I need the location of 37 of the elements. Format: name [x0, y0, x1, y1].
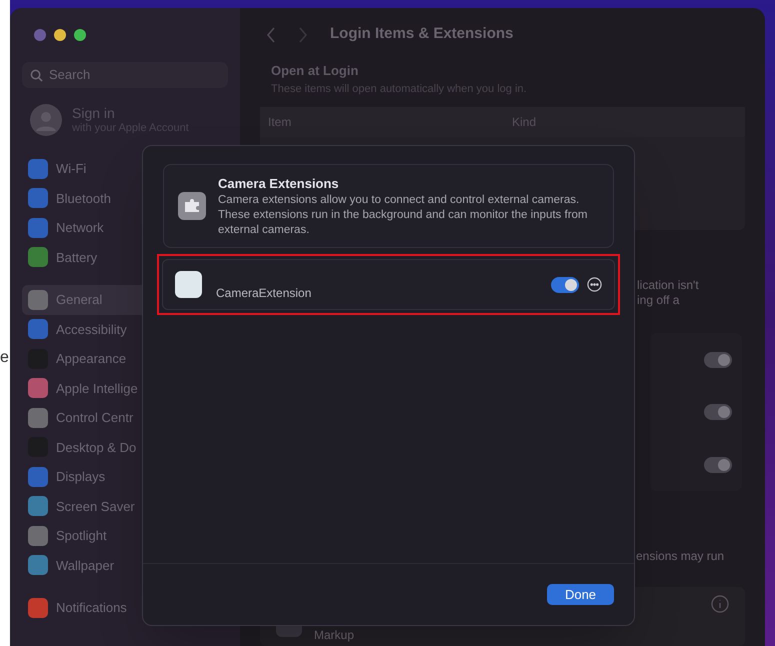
dialog-title: Camera Extensions [218, 174, 340, 193]
toggle-switch[interactable] [704, 352, 732, 368]
page-text: e [0, 350, 10, 366]
sidebar-item[interactable]: Wallpaper [22, 550, 228, 580]
toggle-switch[interactable] [551, 276, 579, 292]
section-title: Open at Login [270, 62, 360, 80]
description-text: ing off a [637, 293, 680, 308]
avatar-icon [30, 104, 62, 136]
toggle-switch[interactable] [704, 404, 732, 420]
puzzle-icon [178, 192, 206, 220]
description-text: lication isn't [637, 278, 700, 294]
sidebar-item[interactable]: Notifications [22, 593, 228, 622]
more-icon[interactable] [587, 277, 602, 292]
markup-label: Markup [314, 626, 354, 644]
minimize-window-icon[interactable] [54, 29, 66, 41]
search-box[interactable]: Search [22, 62, 228, 88]
sidebar-item[interactable]: Control Centr [22, 403, 228, 432]
info-icon[interactable] [711, 594, 729, 613]
sidebar-item[interactable]: Appearance [22, 344, 228, 374]
sidebar-item[interactable]: Apple Intellige [22, 374, 228, 403]
sidebar-item[interactable]: Battery [22, 242, 228, 272]
search-field[interactable]: Search [49, 65, 219, 85]
window-title: Login Items & Extensions [330, 24, 514, 44]
note-text: ensions may run [636, 548, 726, 565]
back-chevron-icon[interactable] [266, 26, 276, 43]
sidebar-item[interactable]: Screen Saver [22, 492, 228, 521]
sidebar-item[interactable]: Desktop & Do [22, 432, 228, 462]
sidebar-item[interactable]: Accessibility [22, 314, 228, 344]
sidebar-item[interactable]: Displays [22, 462, 228, 492]
search-icon [30, 68, 43, 82]
sidebar-item[interactable]: Spotlight [22, 521, 228, 550]
dialog-description: Camera extensions allow you to connect and control external cameras. These extensions run in the background and can monitor the inputs from external cameras. [218, 193, 588, 238]
zoom-window-icon[interactable] [74, 29, 86, 41]
close-window-icon[interactable] [34, 29, 46, 41]
extension-icon [175, 271, 202, 298]
done-button[interactable]: Done [547, 584, 614, 605]
toggle-switch[interactable] [704, 456, 732, 473]
